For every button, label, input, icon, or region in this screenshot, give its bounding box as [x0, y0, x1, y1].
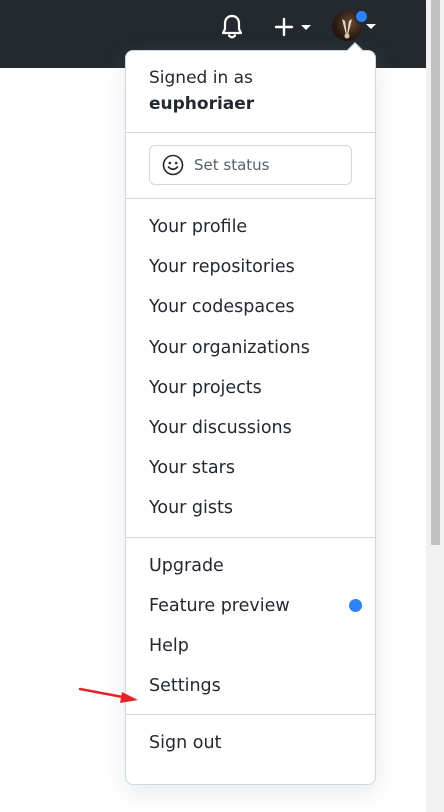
chevron-down-icon: [366, 24, 376, 29]
feature-preview-label: Feature preview: [149, 595, 290, 616]
notifications-bell-icon[interactable]: [218, 12, 246, 42]
menu-item-your-gists[interactable]: Your gists: [126, 488, 375, 528]
new-feature-dot: [349, 598, 362, 612]
menu-item-your-projects[interactable]: Your projects: [126, 368, 375, 408]
menu-item-sign-out[interactable]: Sign out: [126, 723, 375, 763]
set-status-label: Set status: [194, 156, 270, 174]
account-menu-group: Upgrade Feature preview Help Settings: [126, 538, 375, 715]
menu-item-your-codespaces[interactable]: Your codespaces: [126, 287, 375, 327]
chevron-down-icon: [301, 24, 311, 30]
notification-badge: [354, 9, 369, 24]
create-new-menu-button[interactable]: [270, 12, 314, 42]
annotation-arrow-icon: [78, 687, 138, 703]
menu-item-help[interactable]: Help: [126, 626, 375, 666]
menu-item-your-stars[interactable]: Your stars: [126, 448, 375, 488]
profile-menu-group: Your profile Your repositories Your code…: [126, 199, 375, 537]
signed-in-block: Signed in as euphoriaer: [126, 51, 375, 132]
signout-menu-group: Sign out: [126, 715, 375, 771]
menu-item-upgrade[interactable]: Upgrade: [126, 546, 375, 586]
menu-item-your-organizations[interactable]: Your organizations: [126, 328, 375, 368]
menu-item-your-repositories[interactable]: Your repositories: [126, 247, 375, 287]
scrollbar-thumb[interactable]: [431, 0, 440, 545]
menu-item-your-profile[interactable]: Your profile: [126, 207, 375, 247]
signed-in-label: Signed in as: [149, 68, 253, 88]
plus-icon: [274, 17, 294, 37]
username: euphoriaer: [149, 94, 255, 114]
scrollbar[interactable]: [426, 0, 444, 812]
set-status-button[interactable]: Set status: [149, 145, 352, 185]
menu-item-feature-preview[interactable]: Feature preview: [126, 586, 375, 626]
menu-item-settings[interactable]: Settings: [126, 666, 375, 706]
smiley-icon: [162, 154, 184, 176]
menu-item-your-discussions[interactable]: Your discussions: [126, 408, 375, 448]
user-dropdown-menu: Signed in as euphoriaer Set status Your …: [125, 42, 376, 785]
user-menu-button[interactable]: [330, 9, 378, 45]
